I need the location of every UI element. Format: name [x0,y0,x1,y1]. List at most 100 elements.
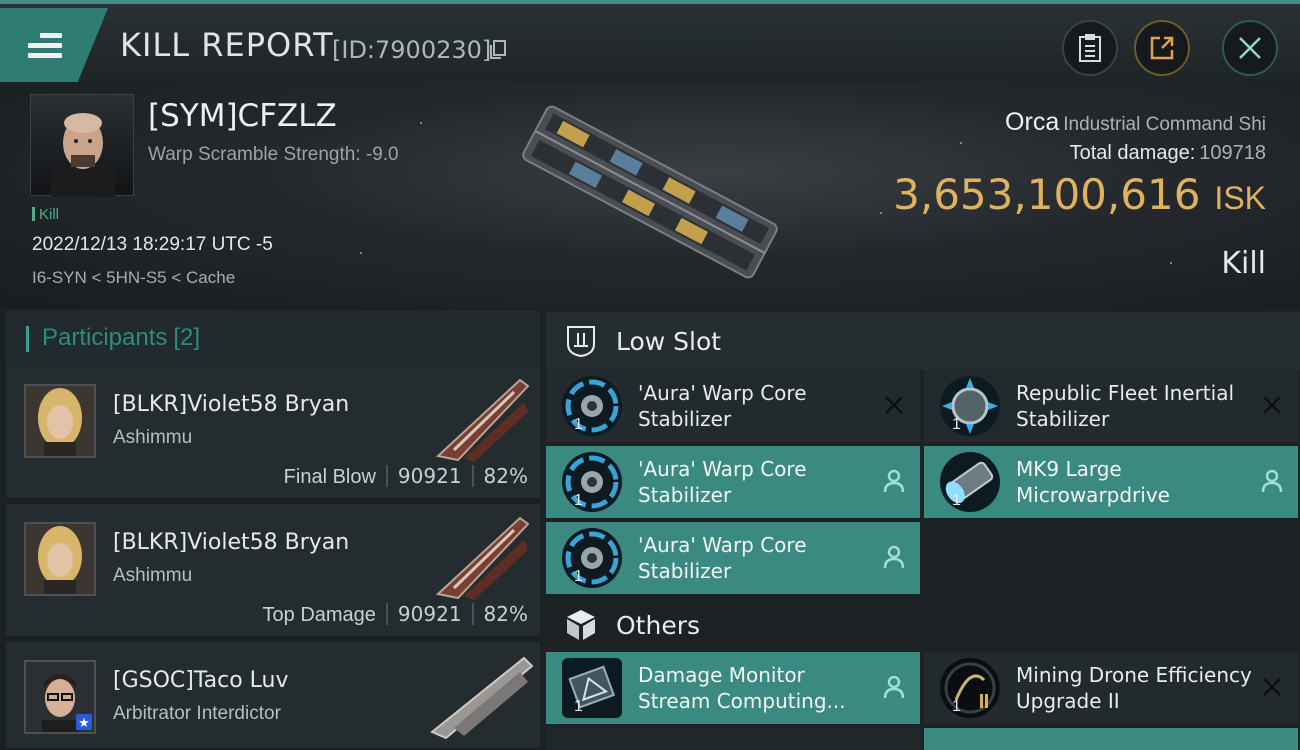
kill-location[interactable]: I6-SYN < 5HN-S5 < Cache [32,268,235,288]
total-damage-value: 109718 [1199,142,1266,164]
others-header: Others [546,596,1300,654]
participants-label: Participants [42,324,168,351]
module-item[interactable]: 1 'Aura' Warp Core Stabilizer [546,446,920,518]
warp-core-stabilizer-icon: 1 [560,374,624,438]
isk-amount: 3,653,100,616 [893,170,1201,219]
module-name: 'Aura' Warp Core Stabilizer [638,533,807,583]
cargo-box-icon [567,610,595,640]
low-slot-label: Low Slot [616,326,722,356]
female-portrait-icon [26,524,94,594]
isk-value: 3,653,100,616 ISK [893,170,1266,219]
module-quantity: 1 [574,492,583,509]
module-item[interactable] [924,728,1298,750]
female-portrait-icon [26,386,94,456]
page-title: KILL REPORT [120,26,334,64]
computing-core-icon: 1 [560,656,624,720]
module-quantity: 1 [952,492,961,509]
ashimmu-ship-image [435,378,530,462]
fitting-panel: Low Slot 1 'Aura' Warp Core Stabilizer 1… [542,308,1300,750]
module-name: Republic Fleet Inertial Stabilizer [1016,381,1235,431]
low-slot-header: Low Slot [546,312,1300,370]
microwarpdrive-icon: 1 [938,450,1002,514]
participants-count: [2] [173,324,201,351]
victim-name[interactable]: [SYM]CFZLZ [148,98,337,134]
destroyed-icon [885,396,903,414]
close-button[interactable] [1222,20,1278,76]
warp-core-stabilizer-icon: 1 [560,526,624,590]
participant-row[interactable]: ★ [GSOC]Taco Luv Arbitrator Interdictor [6,642,540,750]
clipboard-icon [1079,34,1101,62]
inertial-stabilizer-icon: 1 [938,374,1002,438]
victim-portrait-icon [51,113,115,197]
close-icon [1239,37,1261,59]
participant-avatar[interactable] [24,522,96,596]
report-id: [ID:7900230] [332,36,492,64]
module-item[interactable]: 1 MK9 Large Microwarpdrive [924,446,1298,518]
menu-button[interactable] [0,8,108,82]
warp-scramble-strength: Warp Scramble Strength: -9.0 [148,144,399,165]
participant-name: [BLKR]Violet58 Bryan [113,392,350,417]
ashimmu-ship-image [435,516,530,600]
participant-ship: Ashimmu [113,565,193,586]
share-icon [1150,36,1174,60]
result-label: Kill [1221,246,1266,281]
participant-role: Final Blow [283,466,376,488]
participant-damage: 90921 [397,464,462,488]
module-item[interactable] [546,728,920,750]
participant-row[interactable]: [BLKR]Violet58 Bryan Ashimmu Final Blow 9… [6,366,540,500]
module-item[interactable]: 1 'Aura' Warp Core Stabilizer [546,522,920,594]
module-quantity: 1 [574,568,583,585]
module-name: 'Aura' Warp Core Stabilizer [638,381,807,431]
ship-name: Orca [1005,108,1060,136]
module-item[interactable]: 1 Damage Monitor Stream Computing... [546,652,920,724]
module-item[interactable]: 1 Mining Drone Efficiency Upgrade II [924,652,1298,724]
destroyed-icon [1263,678,1281,696]
person-icon [883,545,905,569]
person-icon [883,469,905,493]
participant-ship: Ashimmu [113,427,193,448]
participant-name: [GSOC]Taco Luv [113,668,289,693]
copy-icon[interactable] [489,40,507,60]
kill-tag: Kill [32,206,59,223]
module-name: 'Aura' Warp Core Stabilizer [638,457,807,507]
person-icon [1261,469,1283,493]
module-quantity: 1 [574,698,583,715]
module-quantity: 1 [952,416,961,433]
male-portrait-icon: ★ [26,662,94,732]
module-item[interactable]: 1 Republic Fleet Inertial Stabilizer [924,370,1298,442]
module-name: Mining Drone Efficiency Upgrade II [1016,663,1252,713]
ship-class: Industrial Command Shi [1063,114,1266,135]
isk-unit: ISK [1214,180,1266,216]
share-button[interactable] [1134,20,1190,76]
victim-ship[interactable]: Orca Industrial Command Shi [1005,108,1266,137]
clipboard-button[interactable] [1062,20,1118,76]
module-name: MK9 Large Microwarpdrive [1016,457,1170,507]
participant-name: [BLKR]Violet58 Bryan [113,530,350,555]
hamburger-icon [28,28,62,63]
participant-row[interactable]: [BLKR]Violet58 Bryan Ashimmu Top Damage 9… [6,504,540,638]
kill-datetime: 2022/12/13 18:29:17 UTC -5 [32,234,273,255]
victim-avatar[interactable] [30,94,134,197]
warp-core-stabilizer-icon: 1 [560,450,624,514]
participants-header: Participants [2] [6,310,540,366]
drone-upgrade-icon: 1 [938,656,1002,720]
low-slot-icon [567,326,595,358]
participant-avatar[interactable] [24,384,96,458]
module-quantity: 1 [952,698,961,715]
header-bar: KILL REPORT [ID:7900230] [0,0,1300,82]
participant-avatar[interactable]: ★ [24,660,96,734]
module-item[interactable]: 1 'Aura' Warp Core Stabilizer [546,370,920,442]
participant-stats: Top Damage 90921 82% [263,602,528,627]
participant-ship: Arbitrator Interdictor [113,703,281,724]
module-quantity: 1 [574,416,583,433]
victim-summary: [SYM]CFZLZ Warp Scramble Strength: -9.0 … [0,82,1300,308]
total-damage-label: Total damage: [1069,142,1196,164]
participants-panel: Participants [2] [BLKR]Violet58 Bryan Ash… [0,308,542,750]
participant-role: Top Damage [262,604,376,626]
others-label: Others [616,610,701,640]
module-name: Damage Monitor Stream Computing... [638,663,846,713]
destroyed-icon [1263,396,1281,414]
total-damage: Total damage: 109718 [1070,142,1266,165]
svg-text:★: ★ [78,716,90,731]
participant-percent: 82% [483,602,528,626]
